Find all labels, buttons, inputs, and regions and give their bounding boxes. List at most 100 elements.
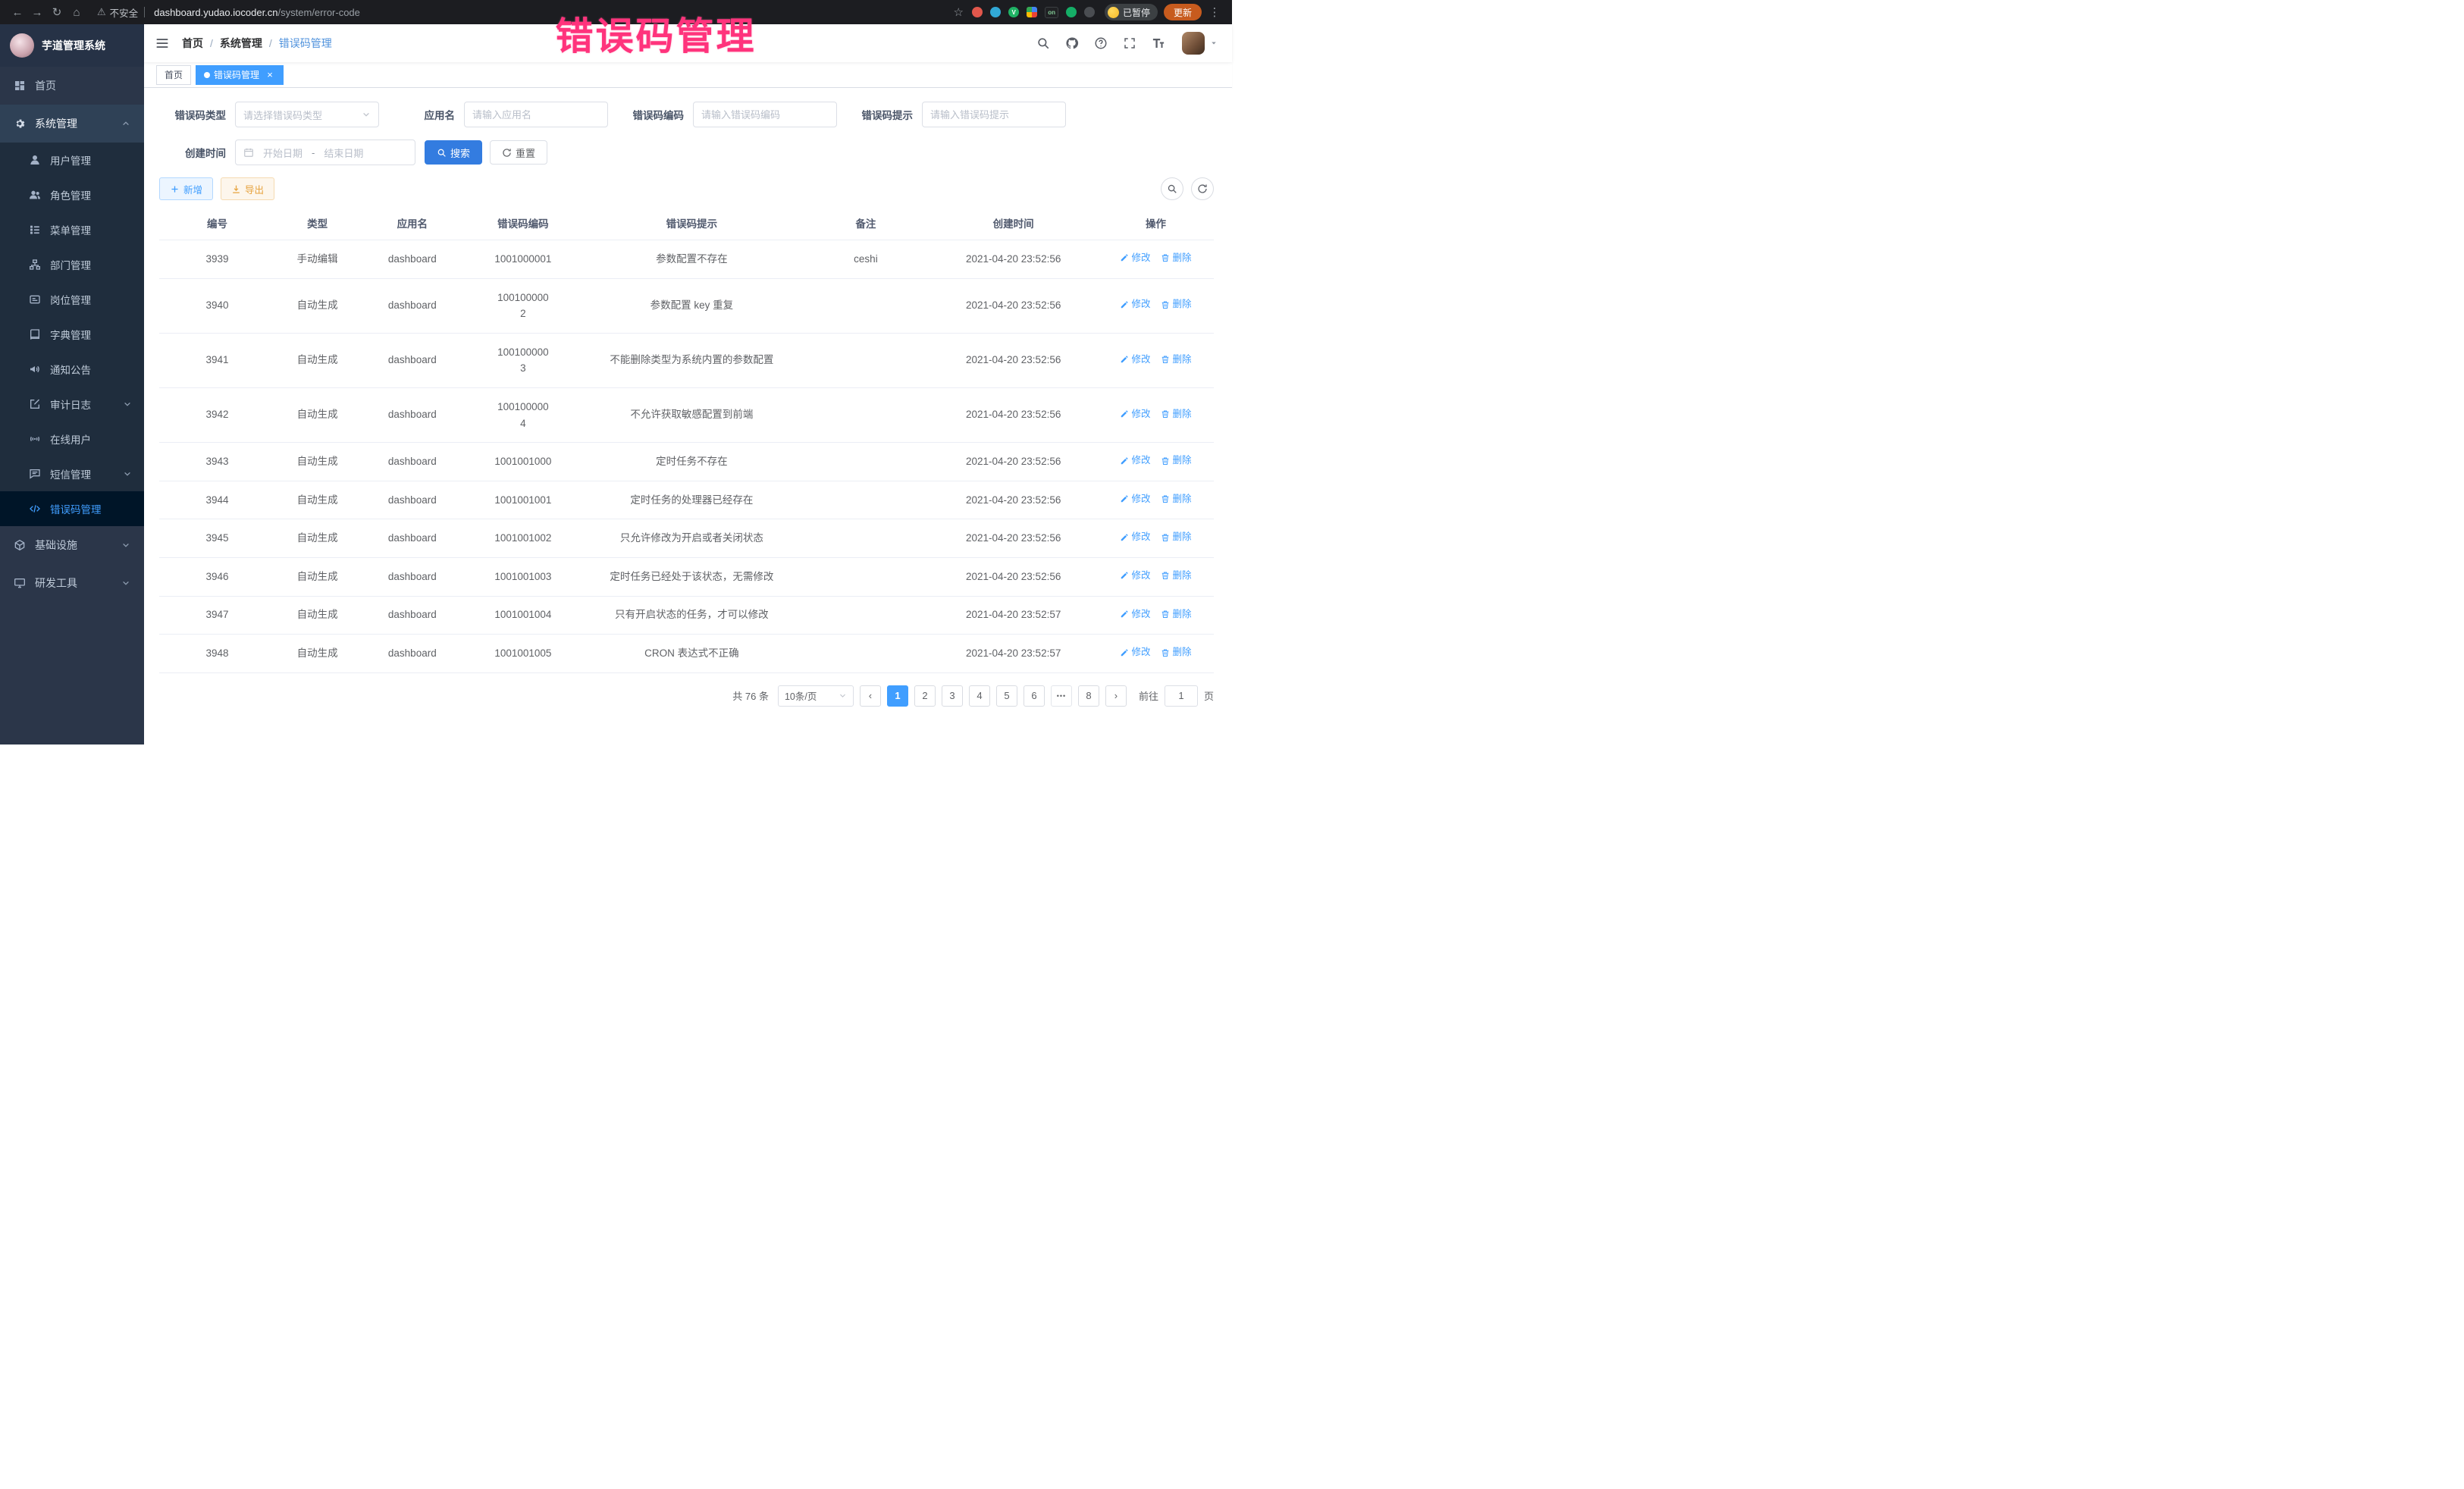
page-button-5[interactable]: 5 [996, 685, 1017, 707]
avatar[interactable] [1182, 32, 1205, 55]
page-button-1[interactable]: 1 [887, 685, 908, 707]
cell-actions: 修改删除 [1098, 240, 1214, 279]
edit-link[interactable]: 修改 [1120, 492, 1150, 506]
extension-icon-grid[interactable] [1027, 7, 1037, 17]
extension-icon-green[interactable] [1066, 7, 1077, 17]
page-button-6[interactable]: 6 [1024, 685, 1045, 707]
sidebar-item-home[interactable]: 首页 [0, 67, 144, 105]
sidebar-subitem-5[interactable]: 字典管理 [0, 317, 144, 352]
font-size-icon[interactable] [1152, 36, 1165, 50]
hamburger-icon[interactable] [155, 36, 170, 51]
cell-app: dashboard [359, 278, 465, 333]
tab-error-code[interactable]: 错误码管理× [196, 65, 284, 85]
delete-link[interactable]: 删除 [1161, 569, 1191, 583]
breadcrumb-system[interactable]: 系统管理 [220, 36, 262, 51]
cell-hint: 只允许修改为开启或者关闭状态 [581, 519, 802, 558]
page-size-select[interactable]: 10条/页 [778, 685, 854, 707]
sidebar-subitem-1[interactable]: 角色管理 [0, 177, 144, 212]
logo[interactable]: 芋道管理系统 [0, 24, 144, 67]
security-label[interactable]: 不安全 [110, 5, 139, 20]
search-icon [437, 148, 447, 158]
sidebar-subitem-0[interactable]: 用户管理 [0, 143, 144, 177]
refresh-table-button[interactable] [1191, 177, 1214, 200]
update-button[interactable]: 更新 [1164, 4, 1202, 20]
extension-icon-dark[interactable] [1084, 7, 1095, 17]
extension-icon-v[interactable]: V [1008, 7, 1019, 17]
help-icon[interactable] [1094, 36, 1108, 50]
delete-link[interactable]: 删除 [1161, 297, 1191, 312]
delete-link[interactable]: 删除 [1161, 492, 1191, 506]
forward-icon[interactable]: → [27, 2, 47, 22]
github-icon[interactable] [1065, 36, 1079, 50]
cell-actions: 修改删除 [1098, 443, 1214, 481]
error-type-select[interactable]: 请选择错误码类型 [235, 102, 379, 127]
paused-badge[interactable]: 已暂停 [1105, 4, 1158, 20]
filter-label-code: 错误码编码 [617, 107, 693, 122]
back-icon[interactable]: ← [8, 2, 27, 22]
search-button[interactable]: 搜索 [425, 140, 482, 165]
edit-link[interactable]: 修改 [1120, 569, 1150, 583]
extension-icon-on[interactable]: on [1045, 7, 1058, 18]
goto-page-input[interactable] [1165, 685, 1198, 707]
breadcrumb-home[interactable]: 首页 [182, 36, 203, 51]
sidebar-item-infrastructure[interactable]: 基础设施 [0, 526, 144, 564]
extension-icon-red[interactable] [972, 7, 983, 17]
error-code-input[interactable] [693, 102, 837, 127]
edit-link[interactable]: 修改 [1120, 297, 1150, 312]
sidebar-subitem-3[interactable]: 部门管理 [0, 247, 144, 282]
close-icon[interactable]: × [265, 70, 275, 80]
delete-link[interactable]: 删除 [1161, 530, 1191, 544]
tab-home[interactable]: 首页 [156, 65, 191, 85]
sidebar-item-label: 通知公告 [50, 362, 91, 377]
caret-down-icon[interactable] [1209, 39, 1218, 48]
delete-link[interactable]: 删除 [1161, 353, 1191, 367]
address-bar[interactable]: dashboard.yudao.iocoder.cn/system/error-… [154, 7, 360, 18]
sidebar-subitem-2[interactable]: 菜单管理 [0, 212, 144, 247]
delete-link[interactable]: 删除 [1161, 453, 1191, 468]
delete-link[interactable]: 删除 [1161, 407, 1191, 422]
page-button-4[interactable]: 4 [969, 685, 990, 707]
page-button-3[interactable]: 3 [942, 685, 963, 707]
edit-link[interactable]: 修改 [1120, 453, 1150, 468]
edit-link[interactable]: 修改 [1120, 251, 1150, 265]
sidebar-subitem-9[interactable]: 短信管理 [0, 456, 144, 491]
sidebar-item-devtools[interactable]: 研发工具 [0, 564, 144, 602]
extension-icon-blue[interactable] [990, 7, 1001, 17]
sidebar-subitem-8[interactable]: 在线用户 [0, 422, 144, 456]
reload-icon[interactable]: ↻ [47, 2, 67, 22]
sidebar-subitem-4[interactable]: 岗位管理 [0, 282, 144, 317]
cell-type: 自动生成 [275, 333, 359, 387]
bookmark-star-icon[interactable]: ☆ [948, 2, 968, 22]
delete-link[interactable]: 删除 [1161, 251, 1191, 265]
edit-icon [1120, 300, 1129, 309]
toggle-search-button[interactable] [1161, 177, 1183, 200]
edit-link[interactable]: 修改 [1120, 645, 1150, 660]
prev-page-button[interactable]: ‹ [860, 685, 881, 707]
fullscreen-icon[interactable] [1123, 36, 1136, 50]
end-date-placeholder: 结束日期 [324, 146, 363, 160]
sidebar-subitem-10[interactable]: 错误码管理 [0, 491, 144, 526]
export-button[interactable]: 导出 [221, 177, 274, 200]
sidebar-subitem-7[interactable]: 审计日志 [0, 387, 144, 422]
more-pages-button[interactable]: ••• [1051, 685, 1072, 707]
next-page-button[interactable]: › [1105, 685, 1127, 707]
page-button-8[interactable]: 8 [1078, 685, 1099, 707]
add-button[interactable]: 新增 [159, 177, 213, 200]
sidebar-item-system[interactable]: 系统管理 [0, 105, 144, 143]
app-name-input[interactable] [464, 102, 608, 127]
sidebar-subitem-6[interactable]: 通知公告 [0, 352, 144, 387]
users-icon [29, 189, 41, 201]
home-icon[interactable]: ⌂ [67, 2, 86, 22]
edit-link[interactable]: 修改 [1120, 353, 1150, 367]
edit-link[interactable]: 修改 [1120, 607, 1150, 622]
delete-link[interactable]: 删除 [1161, 607, 1191, 622]
delete-link[interactable]: 删除 [1161, 645, 1191, 660]
edit-link[interactable]: 修改 [1120, 530, 1150, 544]
date-range-picker[interactable]: 开始日期 - 结束日期 [235, 139, 415, 165]
browser-menu-icon[interactable]: ⋮ [1205, 2, 1224, 22]
page-button-2[interactable]: 2 [914, 685, 936, 707]
edit-link[interactable]: 修改 [1120, 407, 1150, 422]
error-hint-input[interactable] [922, 102, 1066, 127]
search-icon[interactable] [1036, 36, 1050, 50]
reset-button[interactable]: 重置 [490, 140, 547, 165]
